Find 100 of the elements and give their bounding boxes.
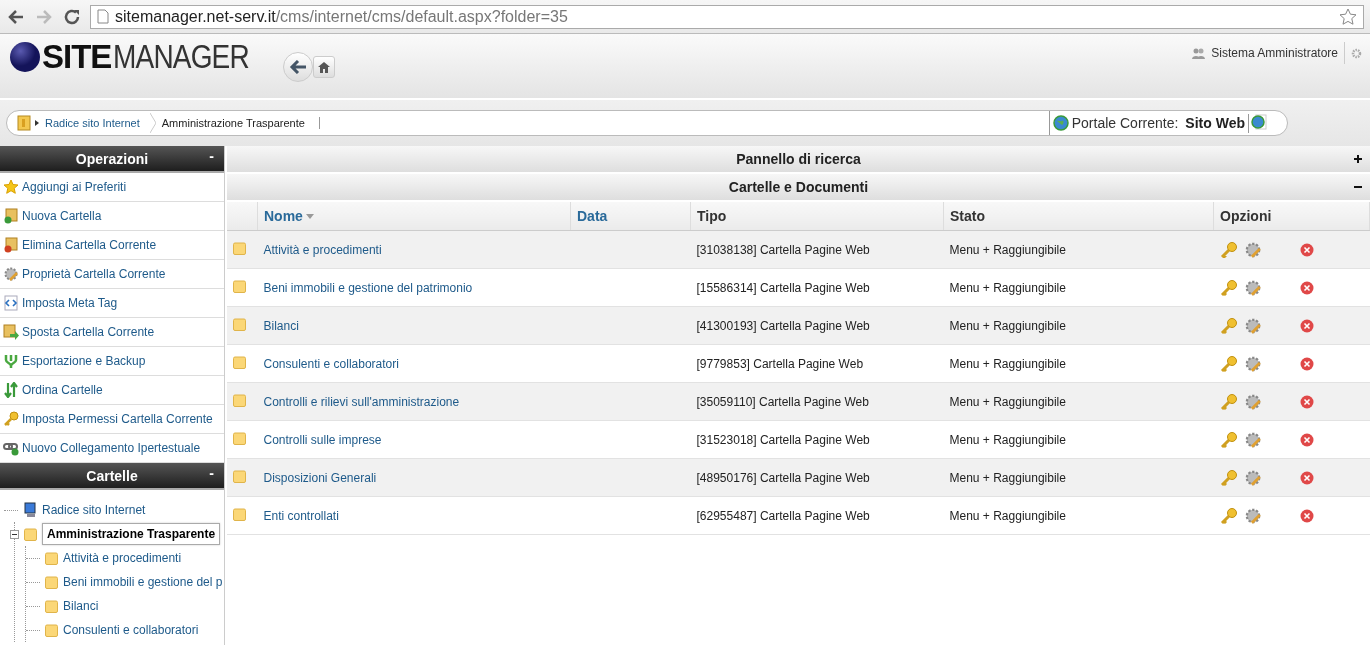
folder-icon <box>233 431 246 445</box>
folder-icon <box>45 599 58 613</box>
operation-link[interactable]: Imposta Meta Tag <box>0 289 224 318</box>
gear-pencil-icon[interactable] <box>1243 316 1262 335</box>
sidebar-title: Operazioni <box>75 150 149 167</box>
folder-icon <box>17 115 31 131</box>
key-icon[interactable] <box>1219 241 1238 258</box>
tree-item[interactable]: Bilanci <box>63 599 99 613</box>
folder-remove-icon <box>3 237 19 253</box>
gear-pencil-icon[interactable] <box>1243 430 1262 449</box>
computer-icon <box>23 502 37 518</box>
tree-item[interactable]: Amministrazione Trasparente <box>42 523 221 545</box>
column-header[interactable]: Stato <box>943 202 1214 231</box>
expand-icon[interactable] <box>1354 155 1362 163</box>
table-cell: [35059110] Cartella Pagine Web <box>690 382 944 421</box>
table-cell: [9779853] Cartella Pagine Web <box>690 344 944 383</box>
folder-link[interactable]: Beni immobili e gestione del patrimonio <box>257 268 571 307</box>
folder-icon <box>233 279 246 293</box>
operation-link[interactable]: Nuova Cartella <box>0 202 224 231</box>
table-cell: [62955487] Cartella Pagine Web <box>690 496 944 535</box>
breadcrumb-link[interactable]: Amministrazione Trasparente <box>155 117 320 129</box>
operation-link[interactable]: Ordina Cartelle <box>0 376 224 405</box>
key-icon[interactable] <box>1219 279 1238 296</box>
delete-icon[interactable] <box>1299 280 1314 295</box>
folder-link[interactable]: Controlli sulle imprese <box>257 420 571 459</box>
key-icon[interactable] <box>1219 317 1238 334</box>
folder-link[interactable]: Controlli e rilievi sull'amministrazione <box>257 382 571 421</box>
tree-item[interactable]: Radice sito Internet <box>42 503 146 517</box>
user-name[interactable]: Sistema Amministratore <box>1211 46 1338 60</box>
folder-icon <box>45 575 58 589</box>
tree-item[interactable]: Beni immobili e gestione del p <box>63 575 223 589</box>
settings-icon[interactable] <box>1351 47 1362 59</box>
folder-icon <box>233 317 246 331</box>
table-cell: Menu + Raggiungibile <box>943 496 1214 535</box>
portal-value: Sito Web <box>1185 115 1245 131</box>
key-icon[interactable] <box>1219 355 1238 372</box>
panel-header[interactable]: Pannello di ricerca <box>227 146 1370 174</box>
address-bar[interactable]: sitemanager.net-serv.it/cms/internet/cms/default.aspx?folder=35 <box>90 4 1364 29</box>
folder-icon <box>233 241 246 255</box>
panel-title: Pannello di ricerca <box>736 151 861 167</box>
delete-icon[interactable] <box>1299 242 1314 257</box>
breadcrumb-link[interactable]: Radice sito Internet <box>39 117 150 129</box>
delete-icon[interactable] <box>1299 432 1314 447</box>
key-icon[interactable] <box>1219 507 1238 524</box>
key-icon[interactable] <box>1219 393 1238 410</box>
bookmark-star-icon[interactable] <box>1339 7 1357 26</box>
collapse-toggle[interactable]: - <box>209 465 214 481</box>
delete-icon[interactable] <box>1299 318 1314 333</box>
tree-item[interactable]: Consulenti e collaboratori <box>63 623 199 637</box>
tree-item[interactable]: Attività e procedimenti <box>63 551 182 565</box>
panel-header[interactable]: Cartelle e Documenti <box>227 174 1370 202</box>
globe-page-icon[interactable] <box>1251 113 1267 130</box>
folder-link[interactable]: Bilanci <box>257 306 571 345</box>
gear-pencil-icon[interactable] <box>1243 468 1262 487</box>
column-header[interactable]: Opzioni <box>1213 202 1370 231</box>
portal-label: Portale Corrente: <box>1071 115 1179 131</box>
collapse-toggle[interactable]: - <box>209 148 214 164</box>
delete-icon[interactable] <box>1299 356 1314 371</box>
column-header[interactable]: Tipo <box>690 202 944 231</box>
column-header[interactable]: Nome <box>257 202 571 231</box>
column-header[interactable]: Data <box>570 202 691 231</box>
table-cell: Menu + Raggiungibile <box>943 306 1214 345</box>
folder-link[interactable]: Disposizioni Generali <box>257 458 571 497</box>
site-logo: SITEMANAGER <box>10 40 274 73</box>
back-button[interactable] <box>283 52 314 82</box>
collapse-icon[interactable] <box>1354 183 1362 191</box>
link-add-icon <box>3 440 19 456</box>
key-icon[interactable] <box>1219 431 1238 448</box>
operation-link[interactable]: Aggiungi ai Preferiti <box>0 173 224 202</box>
delete-icon[interactable] <box>1299 470 1314 485</box>
key-icon[interactable] <box>1219 469 1238 486</box>
folder-link[interactable]: Attività e procedimenti <box>257 230 571 269</box>
operation-link[interactable]: Esportazione e Backup <box>0 347 224 376</box>
gear-pencil-icon[interactable] <box>1243 506 1262 525</box>
sort-arrows-icon <box>3 382 19 398</box>
operation-link[interactable]: Elimina Cartella Corrente <box>0 231 224 260</box>
folder-icon <box>45 551 58 565</box>
page-icon <box>97 9 109 24</box>
folder-link[interactable]: Enti controllati <box>257 496 571 535</box>
gear-pencil-icon[interactable] <box>1243 354 1262 373</box>
delete-icon[interactable] <box>1299 508 1314 523</box>
folder-icon <box>24 527 37 541</box>
operation-link[interactable]: Proprietà Cartella Corrente <box>0 260 224 289</box>
table-cell: Menu + Raggiungibile <box>943 458 1214 497</box>
fork-icon <box>3 353 19 369</box>
gear-pencil-icon[interactable] <box>1243 278 1262 297</box>
globe-icon <box>1052 115 1069 131</box>
operation-link[interactable]: Imposta Permessi Cartella Corrente <box>0 405 224 434</box>
gear-pencil-icon[interactable] <box>1243 240 1262 259</box>
table-cell: Menu + Raggiungibile <box>943 420 1214 459</box>
table-cell: Menu + Raggiungibile <box>943 344 1214 383</box>
gear-pencil-icon[interactable] <box>1243 392 1262 411</box>
home-button[interactable] <box>313 56 336 78</box>
folder-link[interactable]: Consulenti e collaboratori <box>257 344 571 383</box>
folder-icon <box>233 469 246 483</box>
folder-add-icon <box>3 208 19 224</box>
table-cell: [31523018] Cartella Pagine Web <box>690 420 944 459</box>
delete-icon[interactable] <box>1299 394 1314 409</box>
collapse-icon[interactable] <box>10 529 19 539</box>
operation-link[interactable]: Sposta Cartella Corrente <box>0 318 224 347</box>
